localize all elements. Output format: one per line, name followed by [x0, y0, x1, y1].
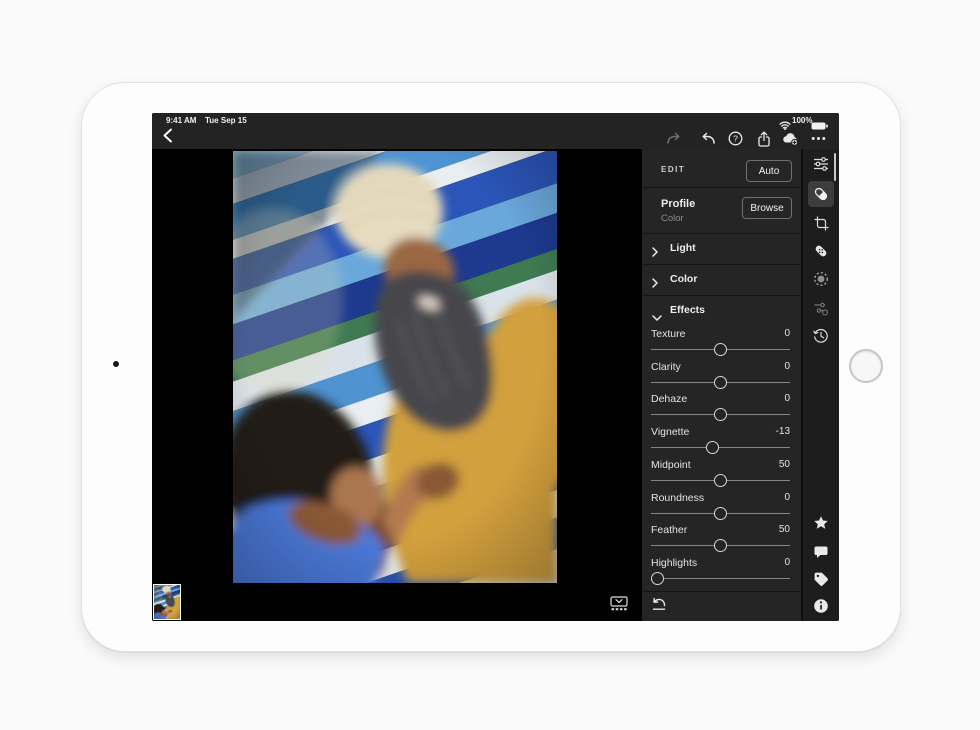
status-date: Tue Sep 15 [205, 116, 247, 125]
filmstrip-thumbnail[interactable] [153, 584, 181, 620]
slider-value: 0 [784, 557, 790, 568]
photo[interactable] [233, 151, 557, 583]
browse-button[interactable]: Browse [742, 197, 792, 219]
star-icon[interactable] [808, 510, 834, 536]
divider [642, 591, 801, 592]
slider-value: 50 [779, 459, 790, 470]
slider-label: Dehaze [651, 393, 687, 405]
slider-value: -13 [776, 426, 790, 437]
chevron-right-icon [652, 244, 658, 262]
slider-label: Roundness [651, 492, 704, 504]
slider-row-clarity[interactable]: Clarity 0 [642, 361, 801, 392]
slider-knob[interactable] [714, 408, 727, 421]
back-button[interactable] [162, 128, 176, 144]
profile-value: Color [661, 213, 684, 224]
slider-knob[interactable] [651, 572, 664, 585]
reset-edits-icon[interactable] [651, 597, 667, 612]
cloud-sync-icon[interactable] [782, 130, 799, 147]
slider-track[interactable] [651, 578, 790, 579]
presets-sliders-icon[interactable] [808, 151, 834, 177]
slider-track[interactable] [651, 480, 790, 481]
home-button[interactable] [849, 349, 883, 383]
chevron-down-icon [652, 308, 662, 326]
ipad-device: 9:41 AM Tue Sep 15 100% ? [81, 82, 901, 652]
slider-track[interactable] [651, 382, 790, 383]
more-icon[interactable] [810, 130, 827, 147]
slider-value: 0 [784, 361, 790, 372]
slider-knob[interactable] [714, 474, 727, 487]
help-icon[interactable]: ? [727, 130, 744, 147]
slider-track[interactable] [651, 349, 790, 350]
crop-icon[interactable] [808, 210, 834, 236]
slider-row-highlights[interactable]: Highlights 0 [642, 557, 801, 588]
slider-track[interactable] [651, 545, 790, 546]
section-effects[interactable]: Effects [642, 295, 801, 326]
auto-button[interactable]: Auto [746, 160, 792, 182]
svg-text:?: ? [733, 134, 738, 144]
screen: 9:41 AM Tue Sep 15 100% ? [152, 113, 839, 621]
slider-row-vignette[interactable]: Vignette -13 [642, 426, 801, 457]
status-time: 9:41 AM [166, 116, 196, 125]
slider-knob[interactable] [714, 539, 727, 552]
slider-row-texture[interactable]: Texture 0 [642, 328, 801, 359]
rail-scrollbar[interactable] [834, 153, 836, 181]
slider-value: 0 [784, 492, 790, 503]
comment-icon[interactable] [808, 539, 834, 565]
profile-label: Profile [661, 198, 695, 210]
slider-row-roundness[interactable]: Roundness 0 [642, 492, 801, 523]
slider-knob[interactable] [714, 376, 727, 389]
tag-icon[interactable] [808, 566, 834, 592]
slider-track[interactable] [651, 447, 790, 448]
section-label: Effects [670, 304, 705, 316]
filmstrip-toggle-icon[interactable] [610, 596, 628, 611]
slider-knob[interactable] [706, 441, 719, 454]
section-light[interactable]: Light [642, 233, 801, 264]
edit-panel: EDIT Auto Profile Color Browse Light Col… [642, 149, 801, 621]
slider-row-feather[interactable]: Feather 50 [642, 524, 801, 555]
photo-canvas[interactable] [152, 149, 642, 621]
panel-title: EDIT [661, 165, 685, 174]
slider-label: Vignette [651, 426, 689, 438]
battery-percent: 100% [792, 116, 812, 125]
adjust-icon[interactable] [808, 181, 834, 207]
slider-label: Midpoint [651, 459, 691, 471]
section-color[interactable]: Color [642, 264, 801, 295]
slider-track[interactable] [651, 414, 790, 415]
slider-label: Feather [651, 524, 687, 536]
slider-row-midpoint[interactable]: Midpoint 50 [642, 459, 801, 490]
slider-label: Texture [651, 328, 685, 340]
slider-track[interactable] [651, 513, 790, 514]
redo-icon[interactable] [665, 130, 682, 147]
slider-value: 0 [784, 328, 790, 339]
section-label: Light [670, 242, 696, 254]
divider [642, 187, 801, 188]
slider-label: Clarity [651, 361, 681, 373]
tool-rail [801, 149, 839, 621]
presets-gear-icon[interactable] [808, 295, 834, 321]
slider-knob[interactable] [714, 507, 727, 520]
masking-icon[interactable] [808, 266, 834, 292]
versions-icon[interactable] [808, 323, 834, 349]
heal-icon[interactable] [808, 238, 834, 264]
info-icon[interactable] [808, 593, 834, 619]
top-bar: 9:41 AM Tue Sep 15 100% ? [152, 113, 839, 149]
slider-value: 50 [779, 524, 790, 535]
slider-value: 0 [784, 393, 790, 404]
slider-knob[interactable] [714, 343, 727, 356]
chevron-right-icon [652, 275, 658, 293]
undo-icon[interactable] [700, 130, 717, 147]
section-label: Color [670, 273, 697, 285]
front-camera [113, 361, 119, 367]
slider-row-dehaze[interactable]: Dehaze 0 [642, 393, 801, 424]
share-icon[interactable] [755, 130, 772, 147]
slider-label: Highlights [651, 557, 697, 569]
